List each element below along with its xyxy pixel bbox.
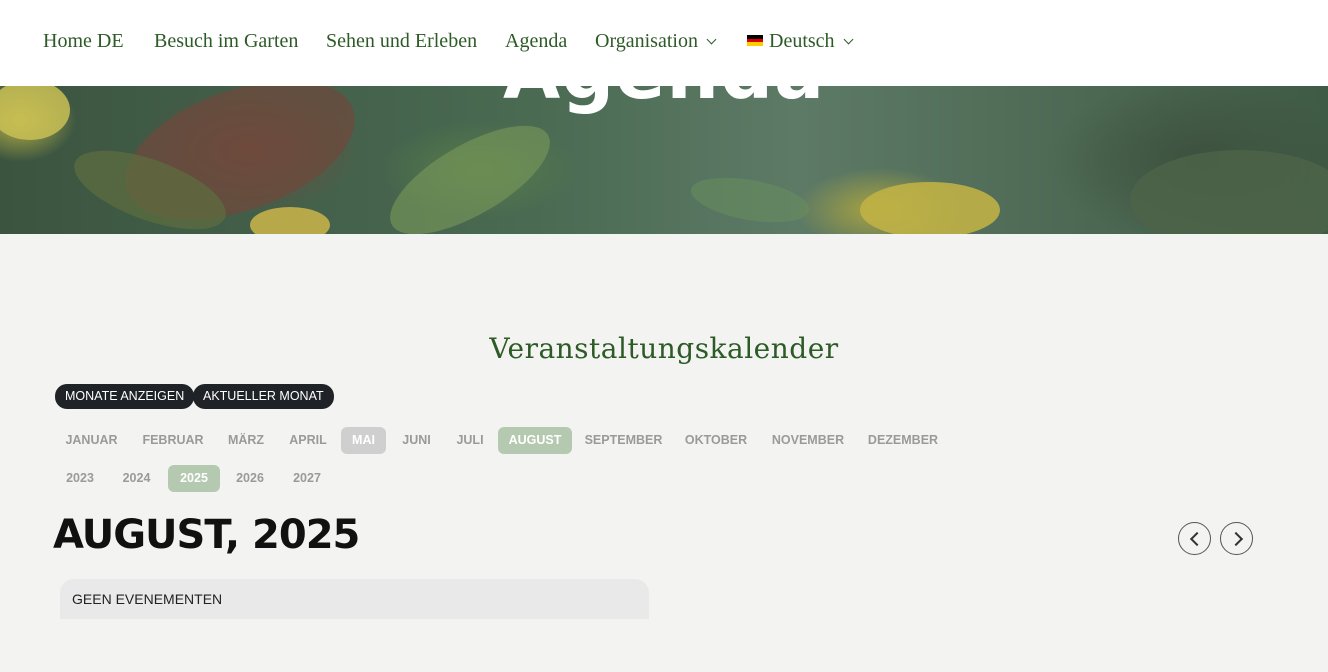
previous-month-button[interactable] (1178, 522, 1211, 555)
month-februar[interactable]: FEBRUAR (134, 427, 212, 454)
year-2027[interactable]: 2027 (282, 465, 332, 492)
chevron-down-icon (843, 34, 853, 45)
year-2024[interactable]: 2024 (111, 465, 162, 492)
nav-language-label: Deutsch (769, 30, 835, 52)
month-maerz[interactable]: MÄRZ (218, 427, 274, 454)
nav-besuch-im-garten[interactable]: Besuch im Garten (154, 28, 298, 54)
month-juni[interactable]: JUNI (392, 427, 441, 454)
calendar-title: Veranstaltungskalender (489, 332, 839, 365)
month-dezember[interactable]: DEZEMBER (860, 427, 946, 454)
current-month-heading: AUGUST, 2025 (53, 512, 360, 558)
nav-organisation-label: Organisation (595, 30, 698, 52)
show-months-button[interactable]: MONATE ANZEIGEN (55, 384, 195, 409)
nav-sehen-und-erleben[interactable]: Sehen und Erleben (326, 28, 477, 54)
nav-agenda[interactable]: Agenda (505, 28, 567, 54)
next-month-button[interactable] (1220, 522, 1253, 555)
chevron-right-icon (1228, 531, 1244, 547)
year-2026[interactable]: 2026 (225, 465, 275, 492)
nav-organisation[interactable]: Organisation (595, 28, 717, 54)
nav-language-switcher[interactable]: Deutsch (747, 28, 853, 54)
month-august[interactable]: AUGUST (498, 427, 572, 454)
month-mai[interactable]: MAI (341, 427, 386, 454)
year-2025[interactable]: 2025 (168, 465, 220, 492)
current-month-button[interactable]: AKTUELLER MONAT (193, 384, 334, 409)
no-events-message: GEEN EVENEMENTEN (60, 579, 649, 619)
month-november[interactable]: NOVEMBER (762, 427, 854, 454)
month-juli[interactable]: JULI (447, 427, 493, 454)
month-oktober[interactable]: OKTOBER (676, 427, 756, 454)
chevron-left-icon (1189, 531, 1205, 547)
month-april[interactable]: APRIL (280, 427, 336, 454)
german-flag-icon (747, 34, 763, 46)
chevron-down-icon (706, 34, 717, 45)
month-januar[interactable]: JANUAR (55, 427, 128, 454)
year-2023[interactable]: 2023 (55, 465, 105, 492)
nav-home[interactable]: Home DE (43, 28, 124, 54)
month-september[interactable]: SEPTEMBER (578, 427, 669, 454)
top-navigation: Home DE Besuch im Garten Sehen und Erleb… (0, 0, 1328, 86)
